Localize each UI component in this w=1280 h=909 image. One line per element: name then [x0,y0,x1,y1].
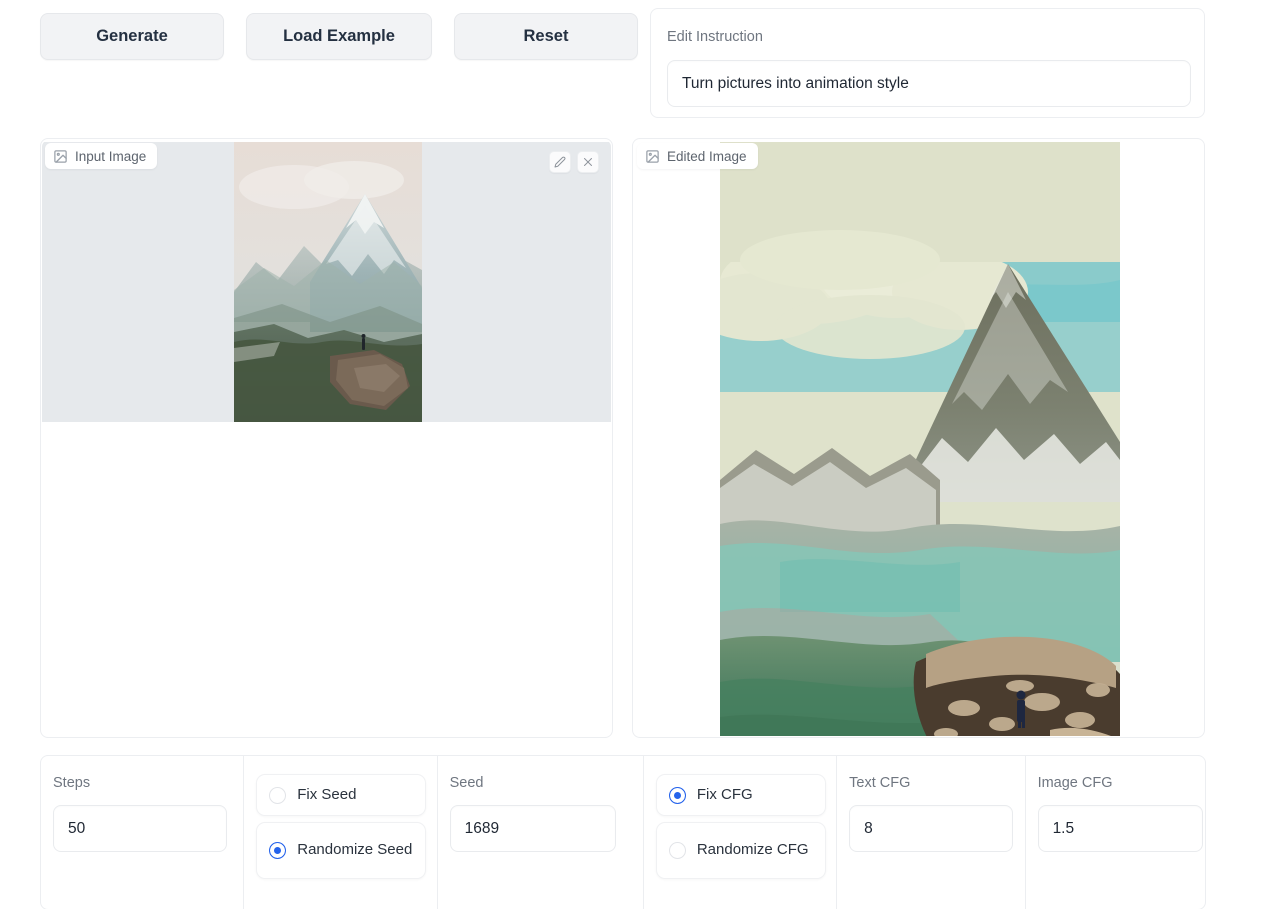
seed-field-group: Seed [438,756,644,909]
seed-input[interactable] [449,805,616,852]
radio-randomize-cfg[interactable]: Randomize CFG [655,822,826,879]
edited-image-tag-label: Edited Image [667,148,747,164]
radio-icon-randomize-cfg[interactable] [668,842,686,859]
input-image-tools [549,151,599,173]
image-icon [54,149,67,163]
image-cfg-input[interactable] [1037,805,1203,852]
edit-instruction-input[interactable] [667,60,1191,107]
image-cfg-label: Image CFG [1037,775,1113,791]
radio-label-fix-seed: Fix Seed [297,785,357,803]
image-cfg-field-group: Image CFG [1026,756,1205,909]
steps-label: Steps [53,775,91,791]
radio-icon-fix-seed[interactable] [269,786,287,804]
input-image-panel: Input Image [40,138,613,738]
radio-icon-fix-cfg[interactable] [668,786,686,804]
radio-fix-seed[interactable]: Fix Seed [256,774,427,816]
text-cfg-field-group: Text CFG [837,756,1026,909]
seed-label: Seed [449,775,484,791]
radio-randomize-seed[interactable]: Randomize Seed [256,822,427,879]
generate-button-label: Generate [96,27,168,45]
edited-image-tag: Edited Image [637,143,758,169]
radio-fix-cfg[interactable]: Fix CFG [655,774,826,816]
input-image-stage[interactable] [42,140,611,736]
edited-image-photo [720,142,1120,736]
close-icon [584,158,592,166]
edit-instruction-card: Edit Instruction [650,8,1205,118]
input-image-tag-label: Input Image [75,148,147,164]
steps-field-group: Steps [41,756,245,909]
steps-input[interactable] [53,805,227,852]
radio-icon-randomize-seed[interactable] [269,842,287,859]
action-toolbar: Generate Load Example Reset [40,13,638,60]
edited-image-stage[interactable] [634,140,1203,736]
clear-image-button[interactable] [577,151,599,173]
reset-button[interactable]: Reset [454,13,638,60]
load-example-button[interactable]: Load Example [246,13,432,60]
generate-button[interactable]: Generate [40,13,224,60]
edited-image-panel: Edited Image [632,138,1205,738]
seed-mode-radios: Fix Seed Randomize Seed [256,774,427,885]
text-cfg-label: Text CFG [849,775,911,791]
app-root: Generate Load Example Reset Edit Instruc… [0,0,1280,909]
edit-instruction-label: Edit Instruction [667,29,763,45]
edit-image-button[interactable] [549,151,571,173]
seed-mode-group: Fix Seed Randomize Seed [244,756,438,909]
input-image-photo [234,142,422,422]
text-cfg-input[interactable] [849,805,1014,852]
load-example-button-label: Load Example [283,27,395,45]
radio-label-randomize-seed: Randomize Seed [297,841,413,859]
generation-controls: Steps Fix Seed Randomize Seed Seed [40,755,1206,909]
cfg-mode-radios: Fix CFG Randomize CFG [655,774,826,885]
input-image-tag: Input Image [45,143,158,169]
reset-button-label: Reset [523,27,569,45]
radio-label-fix-cfg: Fix CFG [696,785,753,803]
edit-icon [554,156,566,168]
image-icon [646,149,659,163]
cfg-mode-group: Fix CFG Randomize CFG [644,756,838,909]
radio-label-randomize-cfg: Randomize CFG [696,841,809,859]
